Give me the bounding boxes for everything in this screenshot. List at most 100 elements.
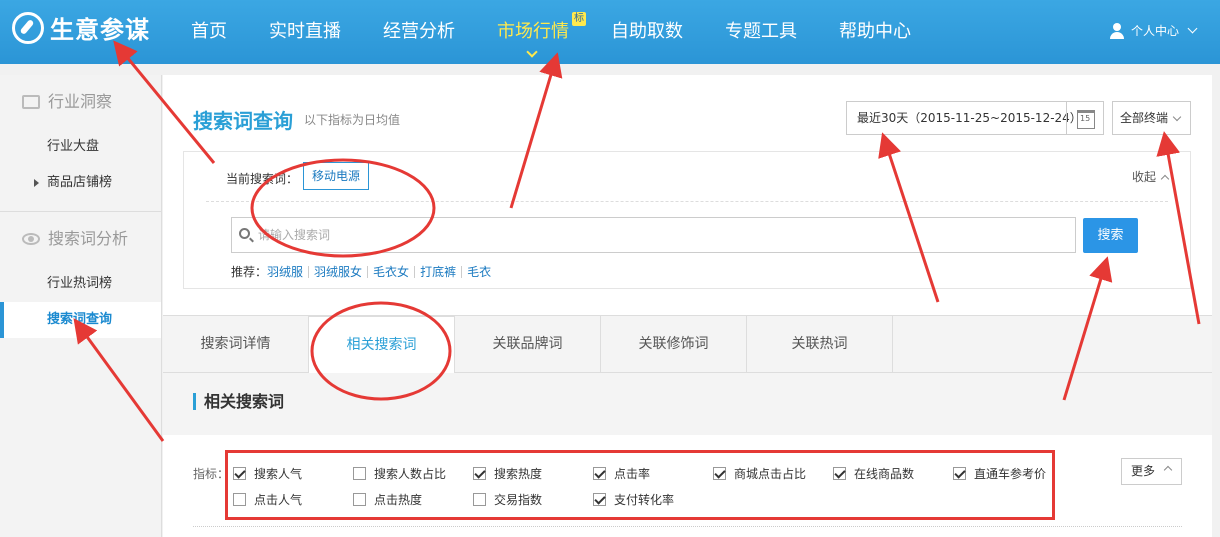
caret-right-icon	[34, 179, 39, 187]
search-button[interactable]: 搜索	[1083, 218, 1138, 253]
divider	[193, 526, 1182, 527]
collapse-toggle[interactable]: 收起	[1131, 168, 1170, 185]
chevron-up-icon	[1160, 174, 1170, 183]
current-word-tag[interactable]: 移动电源	[303, 162, 370, 190]
date-range-picker[interactable]: 最近30天（2015-11-25~2015-12-24） 15	[846, 101, 1104, 135]
nav-badge: 标	[572, 12, 586, 26]
logo[interactable]: 生意参谋	[12, 10, 150, 45]
metric-checkbox[interactable]: 点击人气	[233, 491, 302, 508]
sidebar-item-label: 商品店铺榜	[47, 175, 113, 190]
current-word-label: 当前搜索词：	[226, 172, 299, 186]
checkbox[interactable]	[353, 467, 366, 480]
recommend-link[interactable]: 毛衣女	[367, 265, 414, 278]
nav-item-help[interactable]: 帮助中心	[818, 0, 932, 64]
metric-checkbox[interactable]: 在线商品数	[833, 465, 914, 482]
search-input[interactable]: 请输入搜索词	[231, 217, 1076, 253]
tab-word-detail[interactable]: 搜索词详情	[163, 316, 309, 373]
metric-checkbox[interactable]: 交易指数	[473, 491, 542, 508]
sidebar: 行业洞察 行业大盘 商品店铺榜 搜索词分析 行业热词榜 搜索词查询	[0, 75, 162, 537]
tab-brand-words[interactable]: 关联品牌词	[455, 316, 601, 373]
sidebar-item-word-query[interactable]: 搜索词查询	[0, 302, 161, 338]
sidebar-item-hot-words[interactable]: 行业热词榜	[0, 266, 161, 302]
sidebar-item-industry-overview[interactable]: 行业大盘	[0, 129, 161, 165]
compass-icon	[12, 11, 44, 44]
user-icon	[1109, 22, 1125, 39]
metric-label: 点击热度	[374, 493, 423, 507]
nav-item-market[interactable]: 市场行情 标	[476, 0, 590, 64]
sidebar-item-shop-ranking[interactable]: 商品店铺榜	[0, 165, 161, 201]
recommend-list: 推荐： 羽绒服 羽绒服女 毛衣女 打底裤 毛衣	[231, 263, 496, 280]
date-range-value: 最近30天（2015-11-25~2015-12-24）	[857, 111, 1082, 125]
metric-label: 搜索人气	[254, 467, 303, 481]
monitor-icon	[22, 95, 40, 109]
section-header: 相关搜索词	[163, 373, 1212, 435]
metric-label: 搜索人数占比	[374, 467, 447, 481]
nav-item-selfservice[interactable]: 自助取数	[590, 0, 704, 64]
chevron-down-icon	[1187, 23, 1198, 34]
chevron-down-icon	[526, 46, 538, 58]
tab-related-words[interactable]: 相关搜索词	[309, 316, 455, 374]
metric-label: 交易指数	[494, 493, 543, 507]
checkbox[interactable]	[473, 493, 486, 506]
metric-checkbox[interactable]: 支付转化率	[593, 491, 674, 508]
nav-item-operation[interactable]: 经营分析	[362, 0, 476, 64]
brand-name: 生意参谋	[50, 16, 150, 44]
metric-label: 在线商品数	[854, 467, 915, 481]
metrics-label: 指标：	[193, 467, 230, 481]
metric-label: 搜索热度	[494, 467, 543, 481]
more-label: 更多	[1131, 464, 1156, 478]
tab-modifier-words[interactable]: 关联修饰词	[601, 316, 747, 373]
recommend-link[interactable]: 羽绒服	[267, 266, 308, 278]
metric-checkbox[interactable]: 搜索人数占比	[353, 465, 446, 482]
nav-menu: 首页 实时直播 经营分析 市场行情 标 自助取数 专题工具 帮助中心	[170, 0, 932, 64]
recommend-link[interactable]: 毛衣	[461, 265, 496, 278]
metrics-highlight-box	[225, 450, 1055, 520]
search-placeholder: 请输入搜索词	[258, 228, 331, 242]
checkbox[interactable]	[233, 467, 246, 480]
recommend-link[interactable]: 羽绒服女	[308, 265, 367, 278]
user-label: 个人中心	[1130, 24, 1179, 38]
tab-hot-words[interactable]: 关联热词	[747, 316, 893, 373]
checkbox[interactable]	[953, 467, 966, 480]
recommend-link[interactable]: 打底裤	[414, 265, 461, 278]
more-button[interactable]: 更多	[1121, 458, 1182, 485]
sidebar-section-label: 行业洞察	[48, 92, 113, 111]
metric-checkbox[interactable]: 点击率	[593, 465, 650, 482]
search-panel: 当前搜索词： 移动电源 收起 请输入搜索词 搜索 推荐： 羽绒服 羽绒服女 毛衣…	[183, 151, 1191, 289]
checkbox[interactable]	[593, 467, 606, 480]
main-panel: 搜索词查询 以下指标为日均值 最近30天（2015-11-25~2015-12-…	[163, 75, 1212, 537]
calendar-day: 15	[1080, 114, 1091, 123]
checkbox[interactable]	[713, 467, 726, 480]
metric-label: 商城点击占比	[734, 467, 807, 481]
sidebar-section-title: 行业洞察	[0, 75, 161, 129]
sidebar-section-label: 搜索词分析	[48, 229, 129, 248]
metric-checkbox[interactable]: 点击热度	[353, 491, 422, 508]
chevron-up-icon	[1163, 465, 1173, 475]
nav-item-market-label: 市场行情	[497, 21, 569, 42]
metric-label: 点击人气	[254, 493, 303, 507]
metric-checkbox[interactable]: 商城点击占比	[713, 465, 806, 482]
checkbox[interactable]	[233, 493, 246, 506]
calendar-icon[interactable]: 15	[1066, 102, 1103, 134]
terminal-value: 全部终端	[1120, 111, 1169, 125]
top-nav: 生意参谋 首页 实时直播 经营分析 市场行情 标 自助取数 专题工具 帮助中心 …	[0, 0, 1220, 64]
recommend-label: 推荐：	[231, 265, 268, 279]
eye-icon	[22, 233, 40, 245]
metric-checkbox[interactable]: 直通车参考价	[953, 465, 1046, 482]
metric-checkbox[interactable]: 搜索热度	[473, 465, 542, 482]
nav-item-tools[interactable]: 专题工具	[704, 0, 818, 64]
divider	[206, 201, 1168, 202]
checkbox[interactable]	[353, 493, 366, 506]
checkbox[interactable]	[593, 493, 606, 506]
collapse-label: 收起	[1131, 170, 1156, 184]
nav-item-live[interactable]: 实时直播	[248, 0, 362, 64]
nav-item-home[interactable]: 首页	[170, 0, 248, 64]
user-menu[interactable]: 个人中心	[1109, 22, 1198, 39]
terminal-select[interactable]: 全部终端	[1112, 101, 1191, 135]
tab-bar: 搜索词详情 相关搜索词 关联品牌词 关联修饰词 关联热词	[163, 315, 1212, 374]
checkbox[interactable]	[473, 467, 486, 480]
section-title: 相关搜索词	[193, 393, 284, 410]
sidebar-section-search: 搜索词分析 行业热词榜 搜索词查询	[0, 212, 161, 348]
checkbox[interactable]	[833, 467, 846, 480]
metric-checkbox[interactable]: 搜索人气	[233, 465, 302, 482]
